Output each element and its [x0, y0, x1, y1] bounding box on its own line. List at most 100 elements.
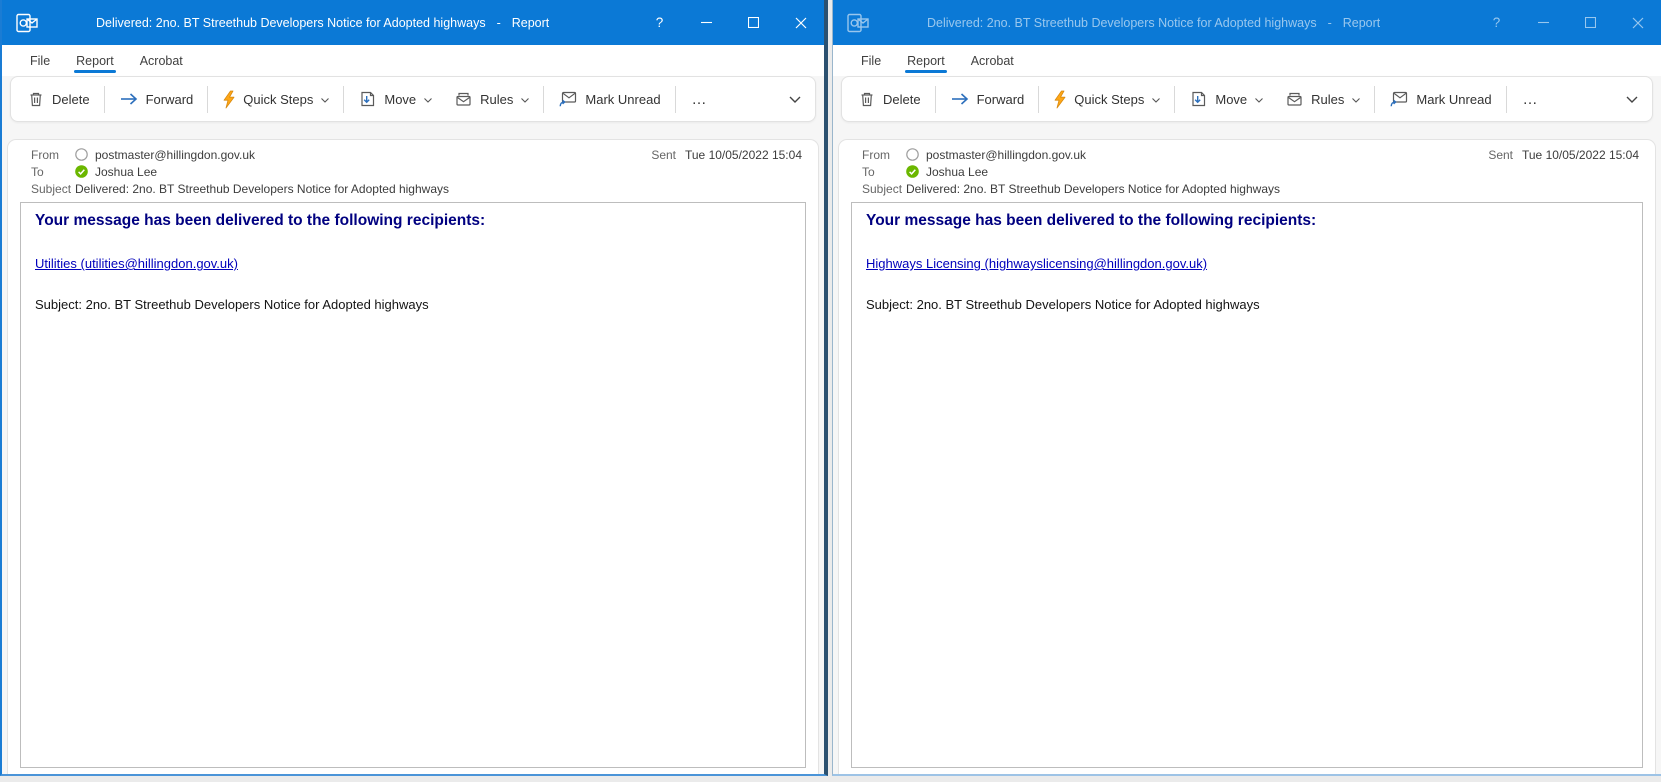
trash-icon [27, 90, 45, 108]
presence-empty-icon [75, 148, 88, 161]
rules-button[interactable]: Rules [443, 82, 540, 116]
from-row: From postmaster@hillingdon.gov.uk Sent T… [839, 146, 1655, 163]
minimize-button[interactable] [1520, 0, 1567, 45]
from-address: postmaster@hillingdon.gov.uk [95, 148, 255, 162]
forward-button[interactable]: Forward [939, 82, 1036, 116]
forward-arrow-icon [119, 91, 139, 107]
menu-bar: File Report Acrobat [833, 45, 1661, 76]
move-folder-icon [358, 90, 377, 108]
toolbar-separator [543, 86, 544, 113]
presence-empty-icon [906, 148, 919, 161]
subject-value: Delivered: 2no. BT Streethub Developers … [906, 182, 1280, 196]
outlook-icon [845, 10, 871, 36]
ribbon-card: Delete Forward Quick Steps Move [841, 76, 1653, 122]
rules-button[interactable]: Rules [1274, 82, 1371, 116]
chevron-down-icon [789, 96, 801, 103]
toolbar-separator [104, 86, 105, 113]
toolbar-separator [675, 86, 676, 113]
window-title: Delivered: 2no. BT Streethub Developers … [96, 16, 549, 30]
window-controls: ? [636, 0, 824, 45]
quick-steps-button[interactable]: Quick Steps [1042, 82, 1171, 116]
ribbon-collapse-button[interactable] [787, 92, 803, 107]
subject-value: Delivered: 2no. BT Streethub Developers … [75, 182, 449, 196]
delivery-heading: Your message has been delivered to the f… [35, 212, 791, 230]
chevron-down-icon [1626, 96, 1638, 103]
tab-file[interactable]: File [848, 45, 894, 76]
titlebar: Delivered: 2no. BT Streethub Developers … [2, 0, 824, 45]
recipient-link[interactable]: Highways Licensing (highwayslicensing@hi… [866, 256, 1207, 271]
presence-available-icon [906, 165, 919, 178]
toolbar-separator [1506, 86, 1507, 113]
from-row: From postmaster@hillingdon.gov.uk Sent T… [8, 146, 818, 163]
mark-unread-icon [558, 90, 578, 108]
forward-arrow-icon [950, 91, 970, 107]
mark-unread-icon [1389, 90, 1409, 108]
chevron-down-icon [1255, 98, 1263, 103]
tab-report[interactable]: Report [63, 45, 127, 76]
message-subject-line: Subject: 2no. BT Streethub Developers No… [35, 297, 791, 312]
close-button[interactable] [777, 0, 824, 45]
ribbon-collapse-button[interactable] [1624, 92, 1640, 107]
report-window-left: Delivered: 2no. BT Streethub Developers … [0, 0, 828, 776]
toolbar-separator [207, 86, 208, 113]
from-address: postmaster@hillingdon.gov.uk [926, 148, 1086, 162]
message-body: Your message has been delivered to the f… [851, 202, 1643, 768]
rules-icon [1285, 91, 1304, 108]
move-folder-icon [1189, 90, 1208, 108]
menu-bar: File Report Acrobat [2, 45, 824, 76]
chevron-down-icon [321, 98, 329, 103]
quick-steps-button[interactable]: Quick Steps [211, 82, 340, 116]
toolbar-separator [935, 86, 936, 113]
delete-button[interactable]: Delete [847, 82, 932, 116]
rules-icon [454, 91, 473, 108]
to-row: To Joshua Lee [8, 163, 818, 180]
delivery-heading: Your message has been delivered to the f… [866, 212, 1628, 230]
ribbon-card: Delete Forward Quick Steps Move [10, 76, 816, 122]
help-button[interactable]: ? [636, 0, 683, 45]
chevron-down-icon [1152, 98, 1160, 103]
toolbar-overflow-button[interactable]: … [679, 91, 722, 108]
reading-pane: From postmaster@hillingdon.gov.uk Sent T… [7, 139, 819, 774]
subject-row: Subject Delivered: 2no. BT Streethub Dev… [839, 180, 1655, 197]
recipient-link[interactable]: Utilities (utilities@hillingdon.gov.uk) [35, 256, 238, 271]
sent-field: Sent Tue 10/05/2022 15:04 [1488, 148, 1639, 162]
toolbar-separator [343, 86, 344, 113]
presence-available-icon [75, 165, 88, 178]
to-recipient: Joshua Lee [95, 165, 157, 179]
report-window-right: Delivered: 2no. BT Streethub Developers … [832, 0, 1661, 776]
tab-acrobat[interactable]: Acrobat [958, 45, 1027, 76]
ribbon: Delete Forward Quick Steps Move [2, 76, 824, 128]
toolbar-separator [1374, 86, 1375, 113]
maximize-button[interactable] [730, 0, 777, 45]
subject-row: Subject Delivered: 2no. BT Streethub Dev… [8, 180, 818, 197]
mark-unread-button[interactable]: Mark Unread [547, 82, 671, 116]
message-body: Your message has been delivered to the f… [20, 202, 806, 768]
move-button[interactable]: Move [1178, 82, 1274, 116]
to-row: To Joshua Lee [839, 163, 1655, 180]
tab-acrobat[interactable]: Acrobat [127, 45, 196, 76]
mark-unread-button[interactable]: Mark Unread [1378, 82, 1502, 116]
toolbar-separator [1174, 86, 1175, 113]
delete-button[interactable]: Delete [16, 82, 101, 116]
toolbar-overflow-button[interactable]: … [1510, 91, 1553, 108]
reading-pane: From postmaster@hillingdon.gov.uk Sent T… [838, 139, 1656, 774]
outlook-icon [14, 10, 40, 36]
window-title: Delivered: 2no. BT Streethub Developers … [927, 16, 1380, 30]
desktop: Delivered: 2no. BT Streethub Developers … [0, 0, 1661, 782]
toolbar-separator [1038, 86, 1039, 113]
close-button[interactable] [1614, 0, 1661, 45]
forward-button[interactable]: Forward [108, 82, 205, 116]
minimize-button[interactable] [683, 0, 730, 45]
lightning-icon [1053, 90, 1067, 109]
maximize-button[interactable] [1567, 0, 1614, 45]
tab-report[interactable]: Report [894, 45, 958, 76]
move-button[interactable]: Move [347, 82, 443, 116]
tab-file[interactable]: File [17, 45, 63, 76]
titlebar: Delivered: 2no. BT Streethub Developers … [833, 0, 1661, 45]
sent-field: Sent Tue 10/05/2022 15:04 [651, 148, 802, 162]
ribbon: Delete Forward Quick Steps Move [833, 76, 1661, 128]
help-button[interactable]: ? [1473, 0, 1520, 45]
to-recipient: Joshua Lee [926, 165, 988, 179]
window-controls: ? [1473, 0, 1661, 45]
chevron-down-icon [424, 98, 432, 103]
